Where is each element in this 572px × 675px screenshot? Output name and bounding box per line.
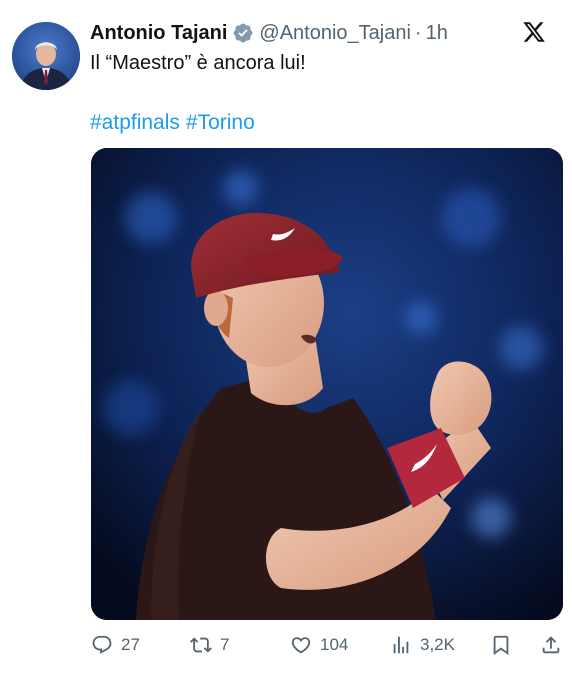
repost-icon (190, 637, 212, 653)
like-button[interactable]: 104 (290, 634, 348, 656)
bookmark-icon (493, 635, 509, 656)
share-button[interactable] (540, 634, 562, 656)
views-icon (393, 636, 409, 654)
bookmark-button[interactable] (490, 634, 512, 656)
tweet-photo[interactable] (91, 148, 563, 620)
like-icon (291, 637, 311, 654)
x-logo-icon[interactable] (522, 20, 546, 44)
action-bar: 27 7 104 3,2K (0, 630, 572, 662)
repost-count: 7 (220, 635, 230, 654)
reply-icon (92, 635, 112, 654)
tweet-header: Antonio Tajani @Antonio_Tajani · 1h (90, 20, 448, 46)
reply-count: 27 (121, 635, 140, 654)
separator-dot: · (414, 21, 422, 44)
share-icon (542, 636, 560, 654)
avatar[interactable] (12, 22, 80, 90)
views-count: 3,2K (420, 635, 455, 654)
hashtag-atpfinals[interactable]: #atpfinals (90, 111, 180, 134)
author-handle[interactable]: @Antonio_Tajani (259, 22, 411, 45)
reply-button[interactable]: 27 (91, 634, 140, 656)
tweet-text: Il “Maestro” è ancora lui! (90, 52, 306, 74)
post-time[interactable]: 1h (426, 22, 448, 45)
author-name[interactable]: Antonio Tajani (90, 22, 227, 45)
like-count: 104 (320, 635, 349, 654)
views-button[interactable]: 3,2K (390, 634, 455, 656)
hashtag-torino[interactable]: #Torino (186, 111, 255, 134)
hashtags: #atpfinals #Torino (90, 111, 261, 135)
verified-badge-icon (232, 22, 254, 44)
repost-button[interactable]: 7 (190, 634, 229, 656)
